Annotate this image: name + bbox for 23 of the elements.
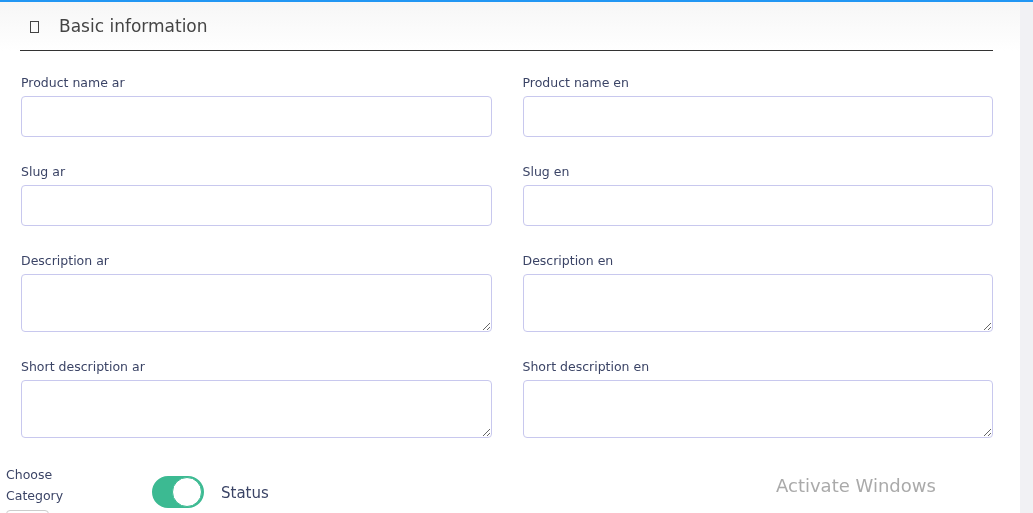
field-label: Description ar xyxy=(21,251,110,269)
text-area[interactable] xyxy=(522,273,993,332)
input-field[interactable] xyxy=(21,184,492,226)
field-label: Slug ar xyxy=(21,162,67,180)
activation-notice: Activate Windows xyxy=(776,473,936,498)
status-label: Status xyxy=(221,482,269,504)
input-field[interactable] xyxy=(21,95,492,137)
text-area[interactable] xyxy=(21,273,492,332)
input-field[interactable] xyxy=(522,184,993,226)
scrollbar[interactable] xyxy=(1020,2,1033,513)
field-label: Description en xyxy=(522,251,615,269)
text-area[interactable] xyxy=(522,379,993,438)
category-label: Choose Category xyxy=(6,465,65,505)
input-field[interactable] xyxy=(522,95,993,137)
text-area[interactable] xyxy=(21,379,492,438)
field-label: Short description ar xyxy=(21,357,146,375)
status-toggle[interactable] xyxy=(152,475,204,508)
section-title: Basic information xyxy=(59,15,208,38)
field-label: Product name ar xyxy=(21,73,126,91)
square-icon xyxy=(30,20,39,33)
field-label: Slug en xyxy=(522,162,571,180)
field-label: Product name en xyxy=(522,73,630,91)
field-label: Short description en xyxy=(522,357,651,375)
